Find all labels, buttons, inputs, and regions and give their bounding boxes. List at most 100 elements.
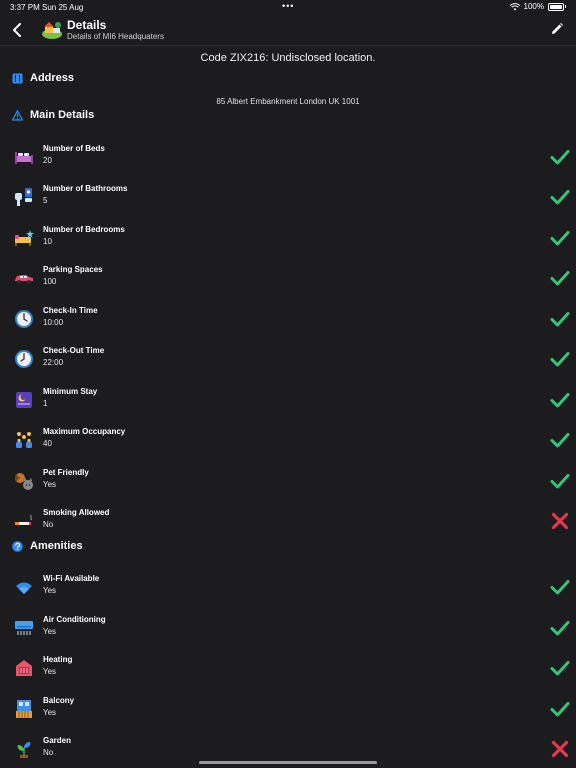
battery-tip	[565, 5, 566, 8]
detail-row-check-in: Check-In Time 10:00	[0, 306, 576, 346]
battery-percent: 100%	[523, 2, 544, 11]
checkmark-icon	[550, 150, 570, 165]
status-right: 100%	[509, 2, 566, 11]
warning-icon	[12, 109, 23, 121]
checkmark-icon	[550, 621, 570, 636]
checkmark-icon	[550, 661, 570, 676]
detail-value: Yes	[43, 627, 57, 636]
amenities-section-header: Amenities	[12, 538, 83, 554]
detail-row-beds: Number of Beds 20	[0, 144, 576, 184]
question-circle-icon	[12, 540, 23, 552]
garden-plant-icon	[17, 742, 31, 758]
bed-icon	[15, 152, 33, 164]
status-time: 3:37 PM	[10, 3, 40, 12]
address-section-title: Address	[30, 72, 75, 84]
air-conditioner-icon	[15, 621, 33, 635]
detail-label: Minimum Stay	[43, 387, 98, 396]
detail-label: Maximum Occupancy	[43, 427, 126, 436]
detail-label: Balcony	[43, 696, 75, 705]
detail-value: 10:00	[43, 318, 64, 327]
address-section-header: Address	[12, 70, 74, 86]
people-icon	[16, 432, 32, 448]
bedroom-icon	[15, 230, 34, 246]
chevron-left-icon	[13, 23, 21, 37]
detail-value: No	[43, 520, 54, 529]
home-indicator[interactable]	[199, 761, 377, 764]
main-details-section-header: Main Details	[12, 107, 94, 123]
detail-row-bathrooms: Number of Bathrooms 5	[0, 184, 576, 224]
address-text: 85 Albert Embankment London UK 1001	[216, 97, 360, 106]
wifi-icon	[16, 582, 32, 594]
cigarette-icon	[15, 514, 32, 525]
detail-value: 100	[43, 277, 57, 286]
detail-row-pet-friendly: Pet Friendly Yes	[0, 468, 576, 508]
multitasking-dots-icon[interactable]: •••	[282, 1, 294, 11]
detail-label: Check-In Time	[43, 306, 98, 315]
clock-icon	[15, 350, 33, 368]
detail-row-smoking-allowed: Smoking Allowed No	[0, 508, 576, 548]
checkmark-icon	[550, 580, 570, 595]
checkmark-icon	[550, 393, 570, 408]
checkmark-icon	[550, 271, 570, 286]
detail-row-minimum-stay: Minimum Stay 1	[0, 387, 576, 427]
back-button[interactable]	[8, 20, 26, 40]
main-details-section-title: Main Details	[30, 109, 95, 121]
clock-icon	[15, 310, 33, 328]
checkmark-icon	[550, 474, 570, 489]
detail-label: Air Conditioning	[43, 615, 106, 624]
checkmark-icon	[550, 702, 570, 717]
restroom-icon	[15, 188, 32, 206]
checkmark-icon	[550, 190, 570, 205]
checkmark-icon	[550, 352, 570, 367]
map-icon	[12, 73, 23, 84]
checkmark-icon	[550, 433, 570, 448]
detail-value: 22:00	[43, 358, 64, 367]
status-bar: 3:37 PM Sun 25 Aug ••• 100%	[0, 0, 576, 14]
page-subtitle: Details of MI6 Headquaters	[67, 32, 164, 41]
detail-label: Garden	[43, 736, 72, 745]
house-logo-icon	[42, 22, 62, 39]
detail-value: Yes	[43, 708, 57, 717]
detail-row-maximum-occupancy: Maximum Occupancy 40	[0, 427, 576, 467]
detail-row-check-out: Check-Out Time 22:00	[0, 346, 576, 386]
amenity-row-air-conditioning: Air Conditioning Yes	[0, 615, 576, 655]
cross-icon	[551, 740, 569, 758]
detail-label: Number of Beds	[43, 144, 105, 153]
detail-value: 20	[43, 156, 52, 165]
amenity-row-balcony: Balcony Yes	[0, 696, 576, 736]
amenity-row-heating: Heating Yes	[0, 655, 576, 695]
location-code: Code ZIX216: Undisclosed location.	[200, 52, 376, 64]
detail-row-parking: Parking Spaces 100	[0, 265, 576, 305]
cross-icon	[551, 512, 569, 530]
page-title: Details	[67, 18, 107, 32]
checkmark-icon	[550, 231, 570, 246]
balcony-icon	[16, 700, 32, 718]
detail-label: Check-Out Time	[43, 346, 105, 355]
detail-label: Number of Bedrooms	[43, 225, 125, 234]
detail-value: 5	[43, 196, 48, 205]
heater-icon	[16, 660, 32, 676]
detail-label: Parking Spaces	[43, 265, 103, 274]
detail-label: Wi-Fi Available	[43, 574, 100, 583]
detail-row-bedrooms: Number of Bedrooms 10	[0, 225, 576, 265]
status-date: Sun 25 Aug	[42, 3, 84, 12]
detail-label: Smoking Allowed	[43, 508, 110, 517]
wifi-icon	[509, 2, 520, 10]
detail-value: 10	[43, 237, 52, 246]
dog-cat-icon	[15, 473, 33, 490]
detail-value: Yes	[43, 586, 57, 595]
detail-value: Yes	[43, 667, 57, 676]
amenities-section-title: Amenities	[30, 540, 83, 552]
detail-label: Number of Bathrooms	[43, 184, 128, 193]
night-stay-icon	[16, 392, 32, 408]
battery-icon	[548, 2, 564, 11]
detail-value: No	[43, 748, 54, 757]
amenity-row-wifi: Wi-Fi Available Yes	[0, 574, 576, 614]
detail-value: 40	[43, 439, 52, 448]
navigation-bar: Details Details of MI6 Headquaters	[0, 14, 576, 46]
car-icon	[15, 275, 33, 284]
detail-label: Heating	[43, 655, 73, 664]
detail-value: Yes	[43, 480, 57, 489]
detail-value: 1	[43, 399, 48, 408]
edit-pencil-icon[interactable]	[550, 22, 564, 36]
